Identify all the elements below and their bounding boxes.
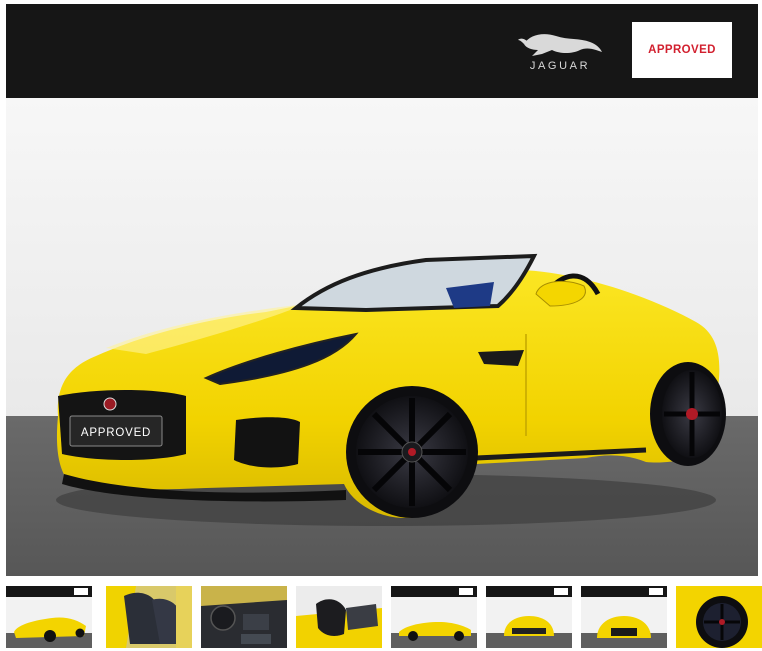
- thumbnail-strip: [6, 586, 762, 648]
- license-plate-text: APPROVED: [81, 427, 151, 439]
- front-wheel: [346, 386, 478, 518]
- thumbnail-wind-deflector[interactable]: [296, 586, 382, 648]
- thumbnail-interior-seats[interactable]: [106, 586, 192, 648]
- approved-badge-label: APPROVED: [648, 44, 716, 56]
- wheel-badge-icon: [408, 448, 416, 456]
- dealer-banner: JAGUAR APPROVED: [6, 4, 758, 98]
- thumbnail-dashboard[interactable]: [201, 586, 287, 648]
- rear-wheel: [650, 362, 726, 466]
- leaper-icon: [518, 34, 602, 56]
- thumbnail-front-three-quarter[interactable]: [6, 586, 92, 648]
- thumbnail-front[interactable]: [581, 586, 667, 648]
- main-car-photo[interactable]: JAGUAR APPROVED APPROVED: [6, 4, 758, 576]
- side-vent: [478, 350, 524, 366]
- grille-badge-icon: [103, 397, 117, 411]
- jaguar-logo: JAGUAR: [510, 26, 610, 76]
- brand-wordmark: JAGUAR: [529, 60, 591, 72]
- approved-badge: APPROVED: [632, 22, 732, 78]
- thumbnail-rear[interactable]: [486, 586, 572, 648]
- thumbnail-wheel-detail[interactable]: [676, 586, 762, 648]
- thumbnail-side-profile[interactable]: [391, 586, 477, 648]
- side-intake: [234, 417, 300, 468]
- car-studio-scene: APPROVED: [6, 98, 758, 576]
